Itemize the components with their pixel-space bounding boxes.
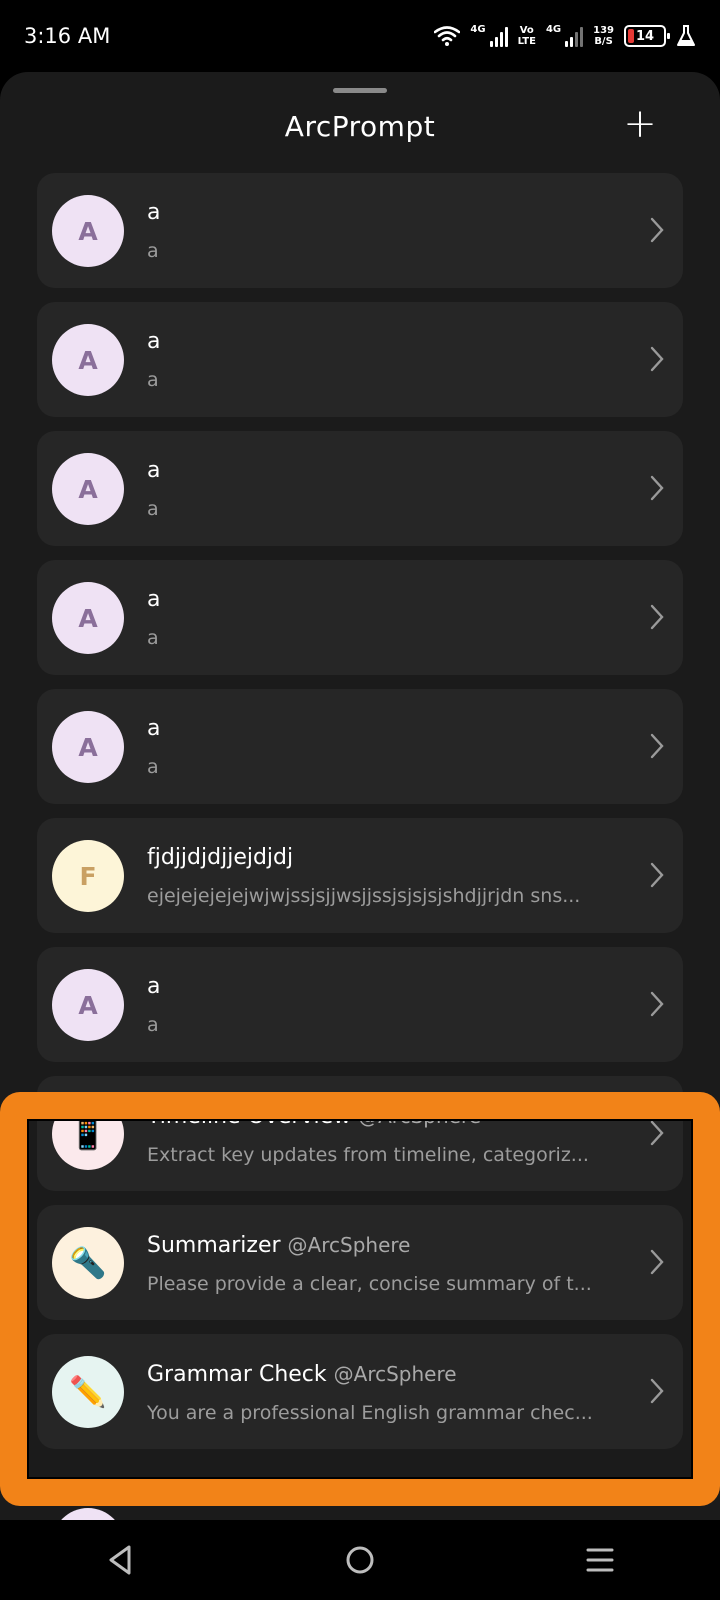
item-subtitle: a	[147, 627, 159, 649]
item-author: @ArcSphere	[358, 1104, 482, 1128]
chevron-right-icon	[650, 217, 664, 243]
back-triangle-icon	[109, 1545, 131, 1575]
home-button[interactable]	[330, 1530, 390, 1590]
avatar: A	[52, 582, 124, 654]
status-bar: 3:16 AM 4G Vo LTE 4G 139 B/S 14	[0, 0, 720, 72]
item-title: Timeline Overview @ArcSphere	[147, 1104, 482, 1129]
item-title: Grammar Check @ArcSphere	[147, 1362, 457, 1387]
item-author: @ArcSphere	[333, 1362, 457, 1386]
list-item[interactable]: A a a	[37, 173, 683, 288]
item-subtitle: a	[147, 240, 159, 262]
item-title: Summarizer @ArcSphere	[147, 1233, 411, 1258]
avatar: A	[52, 195, 124, 267]
chevron-right-icon	[650, 862, 664, 888]
status-icons: 4G Vo LTE 4G 139 B/S 14	[434, 25, 696, 47]
home-circle-icon	[346, 1546, 374, 1574]
item-title: a	[147, 329, 161, 354]
avatar: A	[52, 969, 124, 1041]
list-item[interactable]: A a a	[37, 302, 683, 417]
phone-icon: 📱	[52, 1098, 124, 1170]
flashlight-icon: 🔦	[52, 1227, 124, 1299]
chevron-right-icon	[650, 604, 664, 630]
list-item-timeline-overview[interactable]: 📱 Timeline Overview @ArcSphere Extract k…	[37, 1076, 683, 1191]
chevron-right-icon	[650, 1120, 664, 1146]
prompt-sheet: ArcPrompt + A a a A a a A a a A a a A a …	[0, 72, 720, 1520]
chevron-right-icon	[650, 733, 664, 759]
list-item-summarizer[interactable]: 🔦 Summarizer @ArcSphere Please provide a…	[37, 1205, 683, 1320]
avatar: A	[52, 453, 124, 525]
item-subtitle: a	[147, 498, 159, 520]
add-prompt-button[interactable]: +	[620, 104, 660, 146]
item-title: fjdjjdjdjjejdjdj	[147, 845, 294, 870]
item-title: a	[147, 716, 161, 741]
list-item[interactable]: F fjdjjdjdjjejdjdj ejejejejejejwjwjssjsj…	[37, 818, 683, 933]
navigation-bar	[0, 1520, 720, 1600]
menu-lines-icon	[586, 1548, 614, 1572]
item-title: a	[147, 974, 161, 999]
drag-handle[interactable]	[333, 88, 387, 93]
signal-icon-2: 4G	[546, 25, 584, 47]
list-item[interactable]: A a a	[37, 560, 683, 675]
recents-button[interactable]	[570, 1530, 630, 1590]
item-subtitle: a	[147, 1014, 159, 1036]
item-subtitle: a	[147, 756, 159, 778]
item-title: a	[147, 587, 161, 612]
list-item-grammar-check[interactable]: ✏️ Grammar Check @ArcSphere You are a pr…	[37, 1334, 683, 1449]
avatar: A	[52, 711, 124, 783]
back-button[interactable]	[90, 1530, 150, 1590]
list-item[interactable]: A a a	[37, 689, 683, 804]
item-subtitle: Please provide a clear, concise summary …	[147, 1273, 592, 1295]
item-subtitle: You are a professional English grammar c…	[147, 1402, 593, 1424]
page-title: ArcPrompt	[284, 110, 436, 143]
avatar: A	[52, 324, 124, 396]
status-time: 3:16 AM	[24, 24, 111, 48]
chevron-right-icon	[650, 1249, 664, 1275]
item-author: @ArcSphere	[287, 1233, 411, 1257]
wifi-icon	[434, 26, 461, 46]
network-speed: 139 B/S	[593, 25, 614, 47]
chevron-right-icon	[650, 1378, 664, 1404]
signal-icon: 4G	[470, 25, 508, 47]
chevron-right-icon	[650, 475, 664, 501]
item-title: a	[147, 200, 161, 225]
chevron-right-icon	[650, 991, 664, 1017]
avatar: F	[52, 840, 124, 912]
list-item[interactable]: A a a	[37, 947, 683, 1062]
item-subtitle: Extract key updates from timeline, categ…	[147, 1144, 589, 1166]
pencil-icon: ✏️	[52, 1356, 124, 1428]
battery-icon: 14	[624, 25, 670, 47]
item-subtitle: a	[147, 369, 159, 391]
flask-icon	[677, 25, 695, 46]
item-subtitle: ejejejejejejwjwjssjsjjwsjjssjsjsjsjshdjj…	[147, 885, 581, 907]
list-item[interactable]: A a a	[37, 431, 683, 546]
volte-badge: Vo LTE	[517, 25, 536, 47]
chevron-right-icon	[650, 346, 664, 372]
item-title: a	[147, 458, 161, 483]
